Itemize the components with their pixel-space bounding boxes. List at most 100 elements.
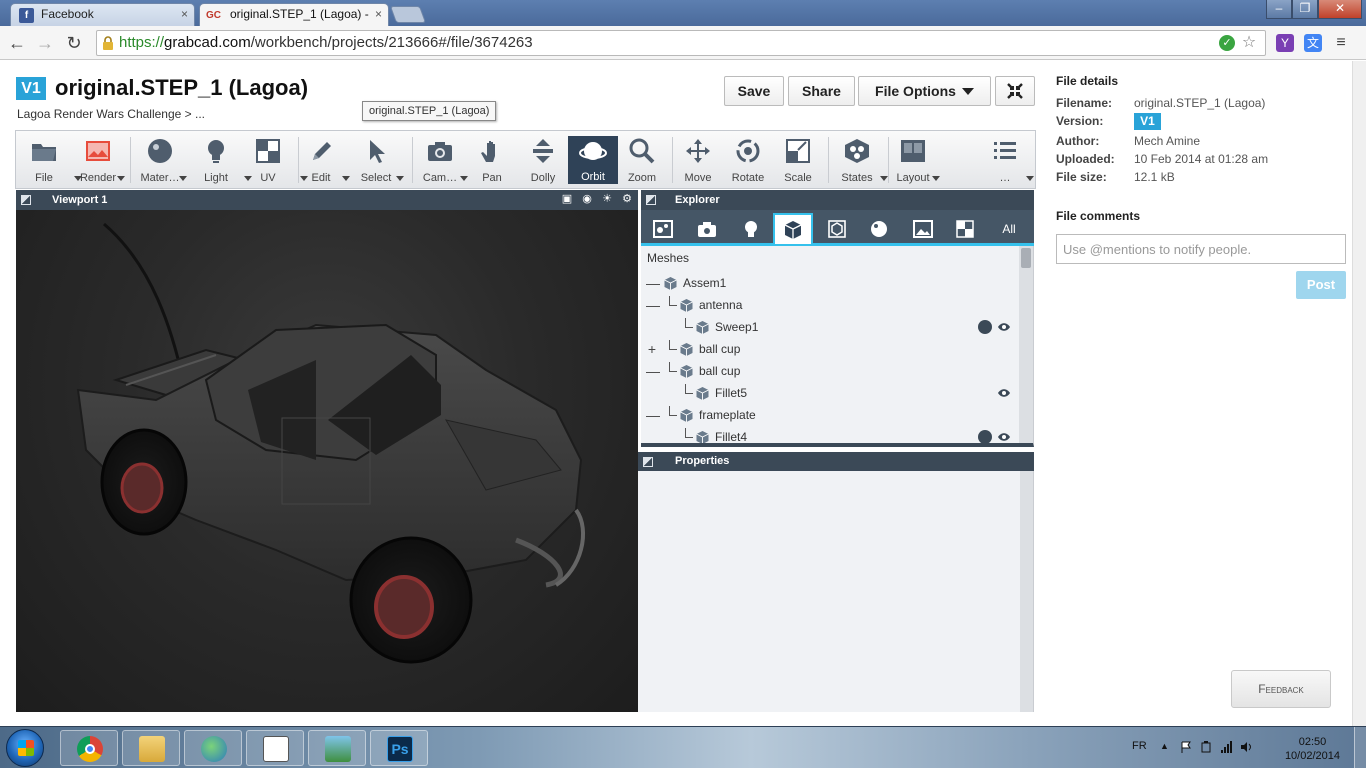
close-tab-icon[interactable]: × <box>181 4 188 25</box>
tree-item-antenna[interactable]: — antenna <box>641 294 1017 316</box>
explorer-scrollbar[interactable] <box>1019 246 1033 443</box>
tree-item-frameplate[interactable]: — frameplate <box>641 404 1017 426</box>
taskbar-photoshop[interactable]: Ps <box>370 730 428 766</box>
collapse-toggle[interactable]: — <box>646 360 660 382</box>
menu-icon[interactable]: ≡ <box>1332 34 1350 52</box>
tab-cameras[interactable] <box>687 214 727 244</box>
panel-maximize-icon[interactable] <box>21 195 31 205</box>
tool-select[interactable]: Select <box>356 135 404 185</box>
tree-item-fillet4[interactable]: Fillet4 <box>641 426 1017 444</box>
author-value[interactable]: Mech Amine <box>1134 134 1200 148</box>
tool-camera[interactable]: Cam… <box>418 135 468 185</box>
share-button[interactable]: Share <box>788 76 855 106</box>
comment-input[interactable] <box>1056 234 1346 264</box>
eye-icon[interactable] <box>997 386 1011 400</box>
taskbar-notepad[interactable] <box>246 730 304 766</box>
power-icon[interactable] <box>1200 741 1212 753</box>
tab-all[interactable]: All <box>989 214 1029 244</box>
forward-icon[interactable]: → <box>34 32 56 54</box>
extension-icon[interactable]: Y <box>1276 34 1294 52</box>
collapse-toggle[interactable]: — <box>646 272 660 294</box>
panel-maximize-icon[interactable] <box>643 457 653 467</box>
tool-more[interactable]: … <box>986 135 1034 185</box>
browser-tab-grabcad[interactable]: GC original.STEP_1 (Lagoa) - × <box>199 3 389 26</box>
taskbar-explorer[interactable] <box>122 730 180 766</box>
tab-scene[interactable] <box>643 214 683 244</box>
save-button[interactable]: Save <box>724 76 784 106</box>
start-button[interactable] <box>6 729 44 767</box>
network-icon[interactable] <box>1220 741 1232 753</box>
tool-rotate[interactable]: Rotate <box>728 135 768 185</box>
sun-icon[interactable]: ☀ <box>600 192 614 206</box>
post-button[interactable]: Post <box>1296 271 1346 299</box>
tool-render[interactable]: Render <box>72 135 125 185</box>
material-sphere-icon[interactable] <box>978 320 992 334</box>
tab-textures[interactable] <box>903 214 943 244</box>
tool-uv[interactable]: UV <box>250 135 308 185</box>
tool-scale[interactable]: Scale <box>780 135 816 185</box>
taskbar-photo-viewer[interactable] <box>308 730 366 766</box>
verified-check-icon[interactable]: ✓ <box>1219 35 1235 51</box>
tool-edit[interactable]: Edit <box>306 135 350 185</box>
browser-tab-facebook[interactable]: f Facebook × <box>10 3 195 26</box>
collapse-toggle[interactable]: — <box>646 404 660 426</box>
feedback-button[interactable]: Feedback <box>1231 670 1331 708</box>
fullscreen-button[interactable] <box>995 76 1035 106</box>
taskbar-chrome[interactable] <box>60 730 118 766</box>
translate-icon[interactable]: 文 <box>1304 34 1322 52</box>
tab-bounding[interactable] <box>817 214 857 244</box>
back-icon[interactable]: ← <box>6 32 28 54</box>
flag-icon[interactable] <box>1180 741 1192 753</box>
taskbar-download-manager[interactable] <box>184 730 242 766</box>
cube-icon <box>696 387 709 400</box>
gear-icon[interactable]: ⚙ <box>620 192 634 206</box>
tool-move[interactable]: Move <box>680 135 716 185</box>
truck-model-render[interactable] <box>16 210 638 712</box>
tree-item-sweep1[interactable]: Sweep1 <box>641 316 1017 338</box>
scroll-thumb[interactable] <box>1021 248 1031 268</box>
new-tab-button[interactable] <box>389 6 427 23</box>
tool-orbit[interactable]: Orbit <box>568 136 618 184</box>
breadcrumb[interactable]: Lagoa Render Wars Challenge > ... <box>17 107 205 121</box>
tool-layout[interactable]: Layout <box>892 135 940 185</box>
eye-icon[interactable] <box>997 320 1011 334</box>
tab-materials[interactable] <box>859 214 899 244</box>
tool-material[interactable]: Mater… <box>134 135 187 185</box>
tab-meshes[interactable] <box>773 213 813 244</box>
page-scrollbar[interactable] <box>1352 61 1366 726</box>
language-indicator[interactable]: FR <box>1132 740 1147 752</box>
eye-icon[interactable]: ◉ <box>580 192 594 206</box>
reload-icon[interactable]: ↻ <box>63 32 85 54</box>
minimize-icon[interactable]: – <box>1266 0 1292 19</box>
eye-icon[interactable] <box>997 430 1011 444</box>
clock[interactable]: 02:50 10/02/2014 <box>1285 735 1340 763</box>
tree-item-fillet5[interactable]: Fillet5 <box>641 382 1017 404</box>
image-icon[interactable]: ▣ <box>560 192 574 206</box>
close-window-icon[interactable]: ✕ <box>1318 0 1362 19</box>
tool-pan[interactable]: Pan <box>476 135 508 185</box>
close-tab-icon[interactable]: × <box>375 4 382 25</box>
3d-viewport[interactable] <box>16 210 638 712</box>
panel-maximize-icon[interactable] <box>646 195 656 205</box>
tree-item-ball-cup[interactable]: — ball cup <box>641 360 1017 382</box>
material-sphere-icon[interactable] <box>978 430 992 443</box>
tab-uv[interactable] <box>945 214 985 244</box>
file-options-button[interactable]: File Options <box>858 76 991 106</box>
show-hidden-icons-icon[interactable]: ▲ <box>1160 741 1172 753</box>
tool-zoom[interactable]: Zoom <box>622 135 662 185</box>
expand-toggle[interactable]: + <box>646 338 658 360</box>
tab-lights[interactable] <box>731 214 771 244</box>
tree-item-assem1[interactable]: — Assem1 <box>641 272 1017 294</box>
show-desktop-button[interactable] <box>1354 727 1366 769</box>
url-field[interactable]: https://grabcad.com/workbench/projects/2… <box>96 30 1266 56</box>
tool-dolly[interactable]: Dolly <box>522 135 564 185</box>
volume-icon[interactable] <box>1240 741 1252 753</box>
tool-light[interactable]: Light <box>194 135 252 185</box>
star-icon[interactable]: ☆ <box>1241 35 1257 51</box>
tool-states[interactable]: States <box>834 135 888 185</box>
maximize-icon[interactable]: ❐ <box>1292 0 1318 19</box>
properties-scrollbar[interactable] <box>1020 471 1033 712</box>
tree-item-ball-cup[interactable]: + ball cup <box>641 338 1017 360</box>
collapse-toggle[interactable]: — <box>646 294 660 316</box>
tool-file[interactable]: File <box>24 135 82 185</box>
